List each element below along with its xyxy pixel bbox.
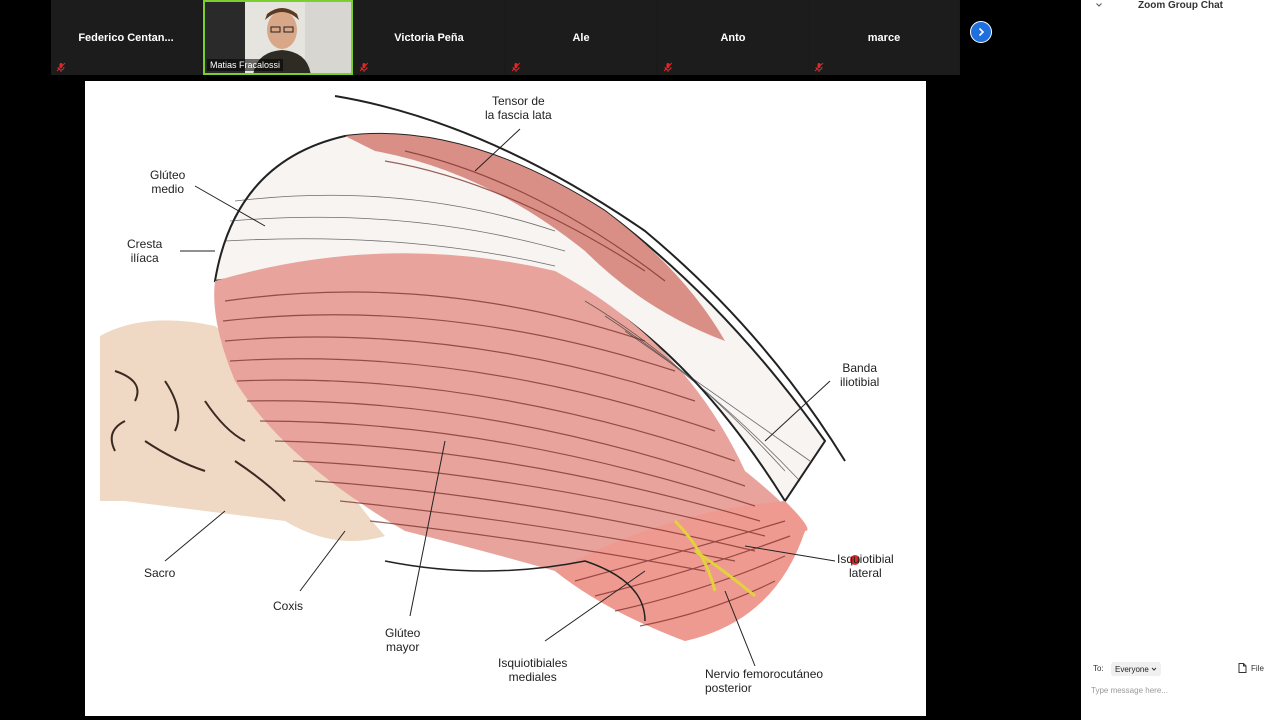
- label-coxis: Coxis: [273, 599, 304, 613]
- file-icon: [1238, 663, 1247, 673]
- mic-muted-icon: [56, 62, 66, 72]
- recipient-value: Everyone: [1115, 664, 1149, 674]
- participant-name: Federico Centan...: [78, 31, 174, 44]
- participant-tile-video[interactable]: Matias Fracalossi: [203, 0, 353, 75]
- mic-muted-icon: [511, 62, 521, 72]
- participant-name: marce: [867, 31, 901, 44]
- chat-panel: Zoom Group Chat To: Everyone File: [1081, 0, 1280, 720]
- gluteal-anatomy-illustration: [100, 95, 860, 667]
- label-isquiotibiales-mediales: Isquiotibiales mediales: [498, 656, 568, 684]
- participant-tile[interactable]: Federico Centan...: [51, 0, 201, 75]
- chat-to-label: To:: [1093, 664, 1104, 673]
- label-cresta-iliaca: Cresta ilíaca: [127, 237, 163, 265]
- file-label: File: [1251, 663, 1264, 673]
- participant-name: Matias Fracalossi: [207, 59, 284, 71]
- participant-tile[interactable]: Anto: [658, 0, 808, 75]
- label-isquiotibial-lateral: Isquiotibial lateral: [837, 552, 894, 580]
- label-banda-iliotibial: Banda iliotibial: [840, 361, 880, 389]
- chat-message-input[interactable]: [1091, 683, 1271, 697]
- label-tensor-fascia-lata: Tensor de la fascia lata: [485, 94, 552, 122]
- label-gluteo-medio: Glúteo medio: [150, 168, 186, 196]
- participant-name: Victoria Peña: [394, 31, 464, 44]
- participant-name: Ale: [572, 31, 590, 44]
- recipient-dropdown[interactable]: Everyone: [1111, 662, 1161, 676]
- participant-tile[interactable]: marce: [809, 0, 959, 75]
- shared-screen-slide: Tensor de la fascia lata Glúteo medio Cr…: [85, 81, 926, 716]
- mic-muted-icon: [359, 62, 369, 72]
- participant-name: Anto: [720, 31, 746, 44]
- mic-muted-icon: [663, 62, 673, 72]
- participant-tile[interactable]: Ale: [506, 0, 656, 75]
- file-button[interactable]: File: [1238, 663, 1264, 673]
- next-page-button[interactable]: [970, 21, 992, 43]
- label-sacro: Sacro: [144, 566, 176, 580]
- chevron-right-icon: [978, 27, 985, 37]
- chevron-down-icon: [1151, 667, 1157, 671]
- participant-strip: Federico Centan... Matias Fracalossi Vic…: [51, 0, 960, 75]
- mic-muted-icon: [814, 62, 824, 72]
- chat-title: Zoom Group Chat: [1138, 0, 1223, 11]
- label-nervio-femorocutaneo: Nervio femorocutáneo posterior: [705, 667, 824, 695]
- participant-tile[interactable]: Victoria Peña: [354, 0, 504, 75]
- label-gluteo-mayor: Glúteo mayor: [385, 626, 421, 654]
